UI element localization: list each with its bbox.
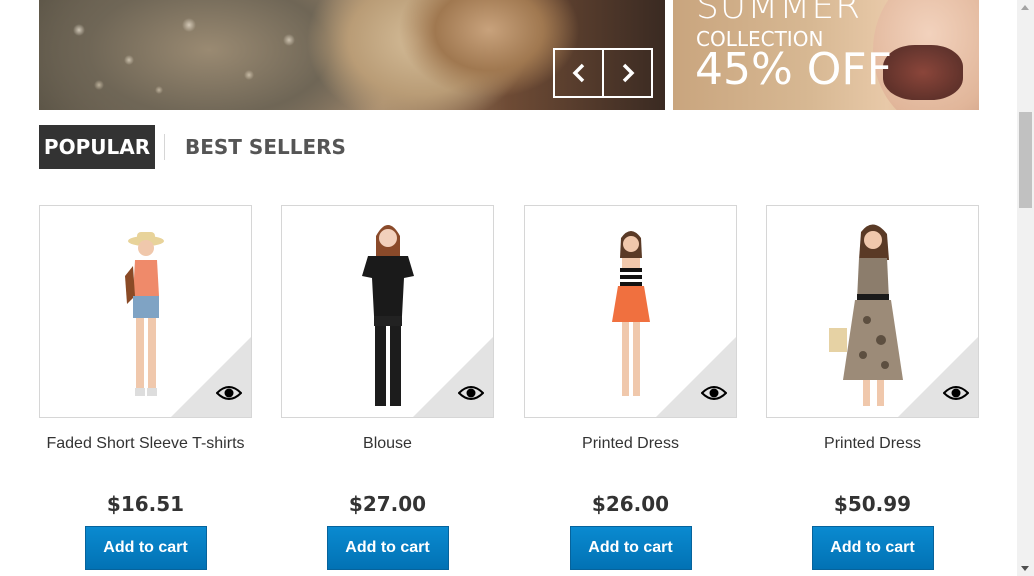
product-image[interactable]	[524, 205, 737, 418]
slider-nav	[553, 48, 653, 98]
product-price: $26.00	[591, 492, 670, 516]
add-to-cart-button[interactable]: Add to cart	[84, 526, 207, 570]
eye-icon[interactable]	[458, 385, 484, 401]
product-name[interactable]: Blouse	[281, 432, 494, 478]
banner-flowers	[39, 0, 339, 110]
product-card: Printed Dress $50.99 Add to cart	[766, 205, 979, 570]
product-price: $50.99	[833, 492, 912, 516]
product-name[interactable]: Printed Dress	[524, 432, 737, 478]
add-to-cart-button[interactable]: Add to cart	[811, 526, 934, 570]
sunglasses-image	[883, 45, 963, 100]
chevron-left-icon	[572, 63, 584, 83]
quick-view-corner	[413, 337, 493, 417]
slider-next-button[interactable]	[602, 50, 651, 96]
scrollbar-thumb[interactable]	[1019, 112, 1032, 208]
tab-divider	[164, 134, 165, 160]
product-image[interactable]	[281, 205, 494, 418]
model-figure-image	[611, 231, 650, 396]
slider-prev-button[interactable]	[555, 50, 602, 96]
product-price: $16.51	[106, 492, 185, 516]
eye-icon[interactable]	[701, 385, 727, 401]
quick-view-corner	[171, 337, 251, 417]
scroll-down-arrow-icon[interactable]	[1021, 566, 1029, 571]
product-image[interactable]	[39, 205, 252, 418]
promo-title: SUMMER	[696, 0, 862, 27]
model-figure-image	[124, 232, 164, 396]
product-image[interactable]	[766, 205, 979, 418]
promo-discount: 45% OFF	[695, 44, 893, 95]
product-price: $27.00	[348, 492, 427, 516]
hero-banner[interactable]	[39, 0, 665, 110]
scroll-up-arrow-icon[interactable]	[1021, 5, 1029, 10]
product-card: Blouse $27.00 Add to cart	[281, 205, 494, 570]
page-scrollbar[interactable]	[1017, 0, 1034, 576]
product-card: Printed Dress $26.00 Add to cart	[524, 205, 737, 570]
tab-best-sellers[interactable]: BEST SELLERS	[185, 125, 346, 169]
chevron-right-icon	[622, 63, 634, 83]
quick-view-corner	[656, 337, 736, 417]
eye-icon[interactable]	[943, 385, 969, 401]
product-name[interactable]: Printed Dress	[766, 432, 979, 478]
promo-banner[interactable]: SUMMER COLLECTION 45% OFF	[673, 0, 979, 110]
product-card: Faded Short Sleeve T-shirts $16.51 Add t…	[39, 205, 252, 570]
add-to-cart-button[interactable]: Add to cart	[569, 526, 692, 570]
tab-popular[interactable]: POPULAR	[39, 125, 155, 169]
eye-icon[interactable]	[216, 385, 242, 401]
product-name[interactable]: Faded Short Sleeve T-shirts	[39, 432, 252, 478]
add-to-cart-button[interactable]: Add to cart	[326, 526, 449, 570]
quick-view-corner	[898, 337, 978, 417]
